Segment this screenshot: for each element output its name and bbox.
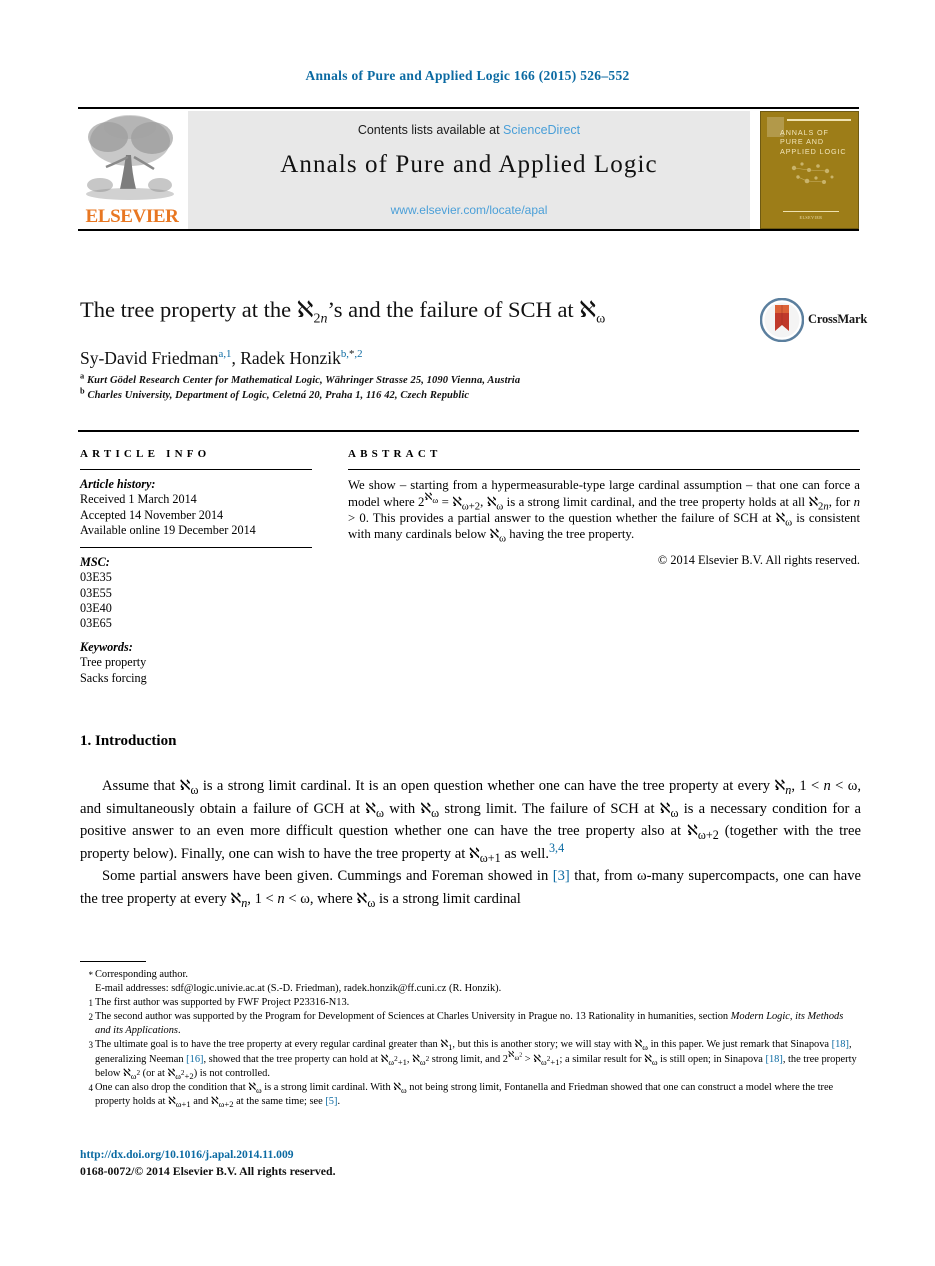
corresponding-author-text: Corresponding author. bbox=[95, 969, 188, 980]
journal-homepage-link[interactable]: www.elsevier.com/locate/apal bbox=[188, 203, 750, 217]
abstract-text: We show – starting from a hypermeasurabl… bbox=[348, 478, 861, 545]
footnote-emails: E-mail addresses: sdf@logic.univie.ac.at… bbox=[80, 982, 861, 996]
msc-code: 03E55 bbox=[80, 585, 112, 600]
footnote-marker: 3 bbox=[88, 1040, 94, 1051]
footnote-block: * Corresponding author. E-mail addresses… bbox=[80, 968, 861, 1109]
journal-masthead: ELSEVIER Contents lists available at Sci… bbox=[78, 107, 859, 231]
affiliation-b: b Charles University, Department of Logi… bbox=[80, 386, 470, 401]
elsevier-logo: ELSEVIER bbox=[78, 111, 184, 229]
footnote-3-text: The ultimate goal is to have the tree pr… bbox=[95, 1039, 857, 1081]
paragraph: Assume that ℵω is a strong limit cardina… bbox=[80, 778, 862, 865]
cover-top-rule bbox=[787, 119, 851, 121]
keyword-item: Tree property bbox=[80, 655, 147, 670]
footnote-marker: 4 bbox=[88, 1082, 94, 1093]
history-item: Available online 19 December 2014 bbox=[80, 522, 256, 537]
doi-link[interactable]: http://dx.doi.org/10.1016/j.apal.2014.11… bbox=[80, 1148, 294, 1161]
crossmark-icon bbox=[760, 298, 804, 342]
header-divider bbox=[78, 430, 859, 432]
author-list: Sy-David Friedmana,1, Radek Honzikb,*,2 bbox=[80, 348, 363, 368]
cover-title: ANNALS OF PURE AND APPLIED LOGIC bbox=[780, 128, 847, 156]
keywords-label: Keywords: bbox=[80, 640, 133, 655]
article-info-column: ARTICLE INFO Article history: Received 1… bbox=[80, 448, 312, 686]
footnote-corresponding: * Corresponding author. bbox=[80, 968, 861, 982]
footnote-1: 1 The first author was supported by FWF … bbox=[80, 996, 861, 1010]
journal-cover-thumbnail: ANNALS OF PURE AND APPLIED LOGIC ELSEVIE… bbox=[760, 111, 859, 229]
footnote-1-text: The first author was supported by FWF Pr… bbox=[95, 997, 350, 1009]
msc-block: MSC: 03E35 03E55 03E40 03E65 bbox=[80, 555, 312, 631]
footnote-marker: 1 bbox=[88, 998, 94, 1009]
cover-bottom-rule bbox=[783, 211, 839, 212]
history-item: Received 1 March 2014 bbox=[80, 492, 197, 507]
article-info-heading: ARTICLE INFO bbox=[80, 448, 211, 460]
section-heading-introduction: 1. Introduction bbox=[80, 733, 177, 749]
contents-prefix: Contents lists available at bbox=[357, 123, 504, 137]
footnote-marker: 2 bbox=[88, 1012, 94, 1023]
msc-rule bbox=[80, 547, 312, 549]
journal-title: Annals of Pure and Applied Logic bbox=[280, 151, 658, 178]
affiliation-a: a Kurt Gödel Research Center for Mathema… bbox=[80, 371, 521, 386]
abstract-copyright: © 2014 Elsevier B.V. All rights reserved… bbox=[657, 552, 860, 567]
abstract-rule bbox=[348, 469, 860, 471]
contents-available-line: Contents lists available at ScienceDirec… bbox=[188, 123, 750, 137]
keywords-block: Keywords: Tree property Sacks forcing bbox=[80, 640, 312, 686]
msc-label: MSC: bbox=[80, 555, 110, 570]
footnote-marker: * bbox=[88, 970, 94, 980]
footnote-3: 3 The ultimate goal is to have the tree … bbox=[80, 1038, 861, 1080]
footnote-2-text: The second author was supported by the P… bbox=[95, 1011, 844, 1037]
email-link-friedman[interactable]: sdf@logic.univie.ac.at bbox=[171, 983, 265, 994]
elsevier-tree-icon bbox=[86, 115, 174, 200]
paper-page: Annals of Pure and Applied Logic 166 (20… bbox=[0, 0, 935, 1266]
msc-code: 03E65 bbox=[80, 616, 112, 630]
paragraph: Some partial answers have been given. Cu… bbox=[80, 868, 861, 910]
running-head: Annals of Pure and Applied Logic 166 (20… bbox=[305, 68, 630, 83]
email-owner-honzik: (R. Honzik). bbox=[449, 983, 502, 995]
issn-copyright: 0168-0072/© 2014 Elsevier B.V. All right… bbox=[80, 1164, 336, 1178]
elsevier-wordmark: ELSEVIER bbox=[85, 206, 179, 227]
contents-banner: Contents lists available at ScienceDirec… bbox=[188, 111, 750, 229]
footnote-2: 2 The second author was supported by the… bbox=[80, 1010, 861, 1038]
keyword-item: Sacks forcing bbox=[80, 670, 147, 685]
email-link-honzik[interactable]: radek.honzik@ff.cuni.cz bbox=[344, 983, 447, 994]
msc-code: 03E35 bbox=[80, 570, 112, 585]
article-history-block: Article history: Received 1 March 2014 A… bbox=[80, 477, 312, 538]
article-info-rule bbox=[80, 469, 312, 471]
footnote-4: 4 One can also drop the condition that ℵ… bbox=[80, 1081, 861, 1109]
footnote-4-text: One can also drop the condition that ℵω … bbox=[95, 1081, 834, 1109]
affiliation-a-mark: a bbox=[80, 371, 85, 381]
abstract-heading: ABSTRACT bbox=[348, 448, 442, 460]
email-label: E-mail addresses: bbox=[95, 983, 169, 995]
abstract-column: ABSTRACT We show – starting from a hyper… bbox=[348, 448, 860, 568]
affiliation-a-text: Kurt Gödel Research Center for Mathemati… bbox=[87, 375, 521, 386]
email-owner-friedman: (S.-D. Friedman), bbox=[267, 983, 342, 995]
affiliation-b-mark: b bbox=[80, 386, 85, 396]
crossmark-badge[interactable]: CrossMark bbox=[760, 298, 868, 344]
sciencedirect-link[interactable]: ScienceDirect bbox=[503, 123, 580, 137]
affiliation-b-text: Charles University, Department of Logic,… bbox=[87, 390, 470, 401]
article-history-label: Article history: bbox=[80, 477, 156, 492]
msc-code: 03E40 bbox=[80, 600, 112, 615]
page-title: The tree property at the ℵ2n’s and the f… bbox=[80, 297, 606, 327]
introduction-body: Assume that ℵω is a strong limit cardina… bbox=[80, 775, 861, 911]
cover-artwork bbox=[791, 162, 834, 184]
cover-footer-mark: ELSEVIER bbox=[799, 215, 823, 220]
history-item: Accepted 14 November 2014 bbox=[80, 507, 224, 522]
footnote-divider bbox=[80, 961, 146, 963]
crossmark-label: CrossMark bbox=[808, 312, 868, 326]
